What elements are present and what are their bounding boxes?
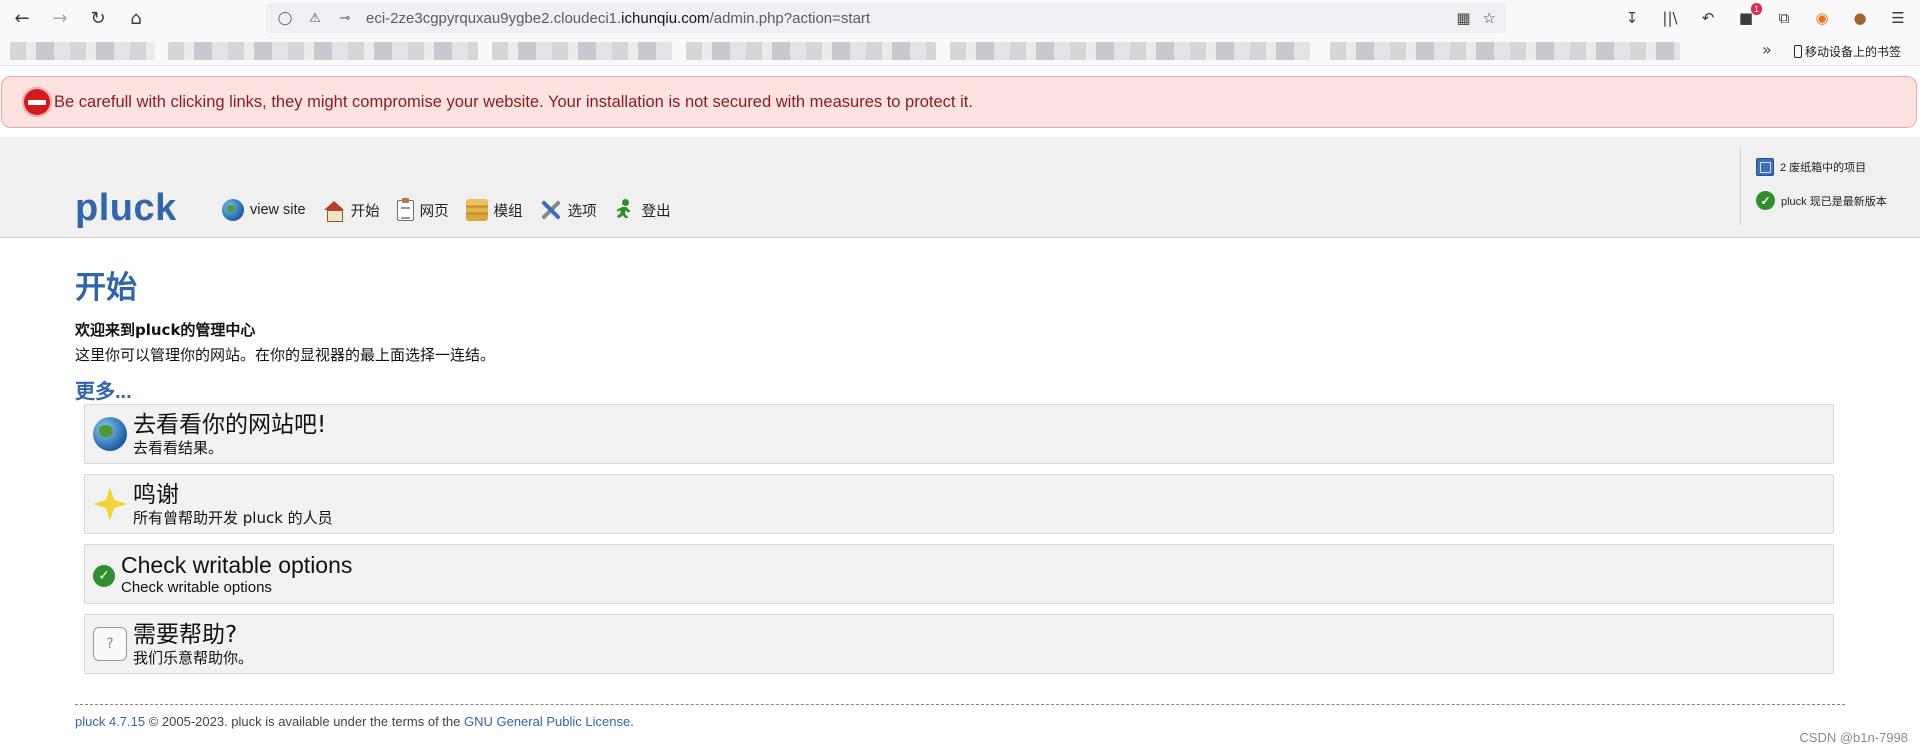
menu-label: 模组 <box>493 203 523 220</box>
library-icon[interactable]: ||\ <box>1658 6 1682 30</box>
url-host: ichunqiu.com <box>621 9 710 27</box>
menu-label: 选项 <box>567 203 597 220</box>
status-panel: 2 废纸箱中的项目 ✓ pluck 现已是最新版本 <box>1740 147 1910 225</box>
more-heading: 更多... <box>75 381 132 403</box>
bookmark-item[interactable] <box>168 42 478 60</box>
star-icon <box>93 487 127 521</box>
undo-icon[interactable]: ↶ <box>1696 6 1720 30</box>
license-link[interactable]: GNU General Public License <box>464 714 630 729</box>
check-writable-box[interactable]: ✓ Check writable options Check writable … <box>84 544 1834 604</box>
trash-info: 2 废纸箱中的项目 <box>1780 162 1867 174</box>
menu-label: view site <box>250 202 306 218</box>
bookmark-item[interactable] <box>686 42 936 60</box>
qr-code-icon[interactable]: ▦ <box>1456 9 1470 27</box>
admin-header: pluck view site 开始 网页 模组 选项 登出 2 废纸箱中的项目… <box>0 137 1920 238</box>
key-icon[interactable]: ⊸ <box>334 7 356 29</box>
cookie-icon[interactable]: ● <box>1848 6 1872 30</box>
box-title: 鸣谢 <box>133 481 179 508</box>
version-status: ✓ pluck 现已是最新版本 <box>1756 191 1910 210</box>
menu-label: 网页 <box>419 203 449 220</box>
clipboard-icon <box>396 197 414 221</box>
bookmarks-overflow-icon[interactable]: » <box>1762 40 1772 59</box>
watermark: CSDN @b1n-7998 <box>1799 730 1908 745</box>
box-desc: Check writable options <box>121 578 272 596</box>
credits-box[interactable]: 鸣谢 所有曾帮助开发 pluck 的人员 <box>84 474 1834 534</box>
extension-icon[interactable]: ■ 1 <box>1734 3 1762 30</box>
globe-icon <box>222 199 244 221</box>
running-man-icon <box>614 199 636 221</box>
extension-badge: 1 <box>1750 3 1762 15</box>
warning-text: Be carefull with clicking links, they mi… <box>54 92 973 111</box>
no-entry-icon <box>22 87 52 117</box>
menu-label: 登出 <box>641 203 671 220</box>
welcome-heading: 欢迎来到pluck的管理中心 <box>75 321 256 339</box>
module-box-icon <box>465 199 488 221</box>
box-desc: 去看看结果。 <box>133 438 224 457</box>
house-icon <box>323 199 345 222</box>
box-desc: 所有曾帮助开发 pluck 的人员 <box>133 508 333 527</box>
bookmark-item[interactable] <box>950 42 1310 60</box>
admin-menu: view site 开始 网页 模组 选项 登出 <box>222 197 671 222</box>
version-info: pluck 现已是最新版本 <box>1781 195 1887 208</box>
footer-period: . <box>630 714 634 729</box>
intro-text: 这里你可以管理你的网站。在你的显视器的最上面选择一连结。 <box>75 346 496 364</box>
menu-label: 开始 <box>350 203 380 220</box>
globe-icon <box>93 417 127 451</box>
trash-link[interactable]: 2 废纸箱中的项目 <box>1756 158 1910 176</box>
puzzle-icon[interactable]: ⧉ <box>1772 6 1796 30</box>
view-site-box[interactable]: 去看看你的网站吧! 去看看结果。 <box>84 404 1834 464</box>
bookmark-item[interactable] <box>10 42 155 60</box>
reload-icon[interactable]: ↻ <box>82 2 114 34</box>
menu-item-view-site[interactable]: view site <box>222 199 306 221</box>
browser-toolbar: ← → ↻ ⌂ ◯ ⚠ ⊸ eci-2ze3cgpyrquxau9ygbe2.c… <box>0 0 1920 36</box>
menu-item-modules[interactable]: 模组 <box>465 199 523 221</box>
mobile-bookmarks-label: 移动设备上的书签 <box>1805 45 1902 59</box>
address-bar[interactable]: ◯ ⚠ ⊸ eci-2ze3cgpyrquxau9ygbe2.cloudeci1… <box>266 3 1506 33</box>
help-box[interactable]: ? 需要帮助? 我们乐意帮助你。 <box>84 614 1834 674</box>
pluck-version-link[interactable]: pluck 4.7.15 <box>75 714 145 729</box>
url-prefix: eci-2ze3cgpyrquxau9ygbe2.cloudeci1. <box>366 9 622 27</box>
checkmark-icon: ✓ <box>93 565 115 587</box>
block-icon[interactable]: ◉ <box>1810 6 1834 30</box>
menu-item-logout[interactable]: 登出 <box>614 199 671 221</box>
mobile-bookmarks[interactable]: 移动设备上的书签 <box>1794 43 1901 60</box>
back-arrow-icon[interactable]: ← <box>6 2 38 34</box>
security-warning: Be carefull with clicking links, they mi… <box>1 76 1917 128</box>
bookmarks-bar: » 移动设备上的书签 <box>0 36 1920 66</box>
box-desc: 我们乐意帮助你。 <box>133 648 254 667</box>
box-title: 去看看你的网站吧! <box>133 411 327 438</box>
bookmark-star-icon[interactable]: ☆ <box>1483 9 1496 27</box>
url-text[interactable]: eci-2ze3cgpyrquxau9ygbe2.cloudeci1.ichun… <box>366 10 870 27</box>
box-title: Check writable options <box>121 551 353 578</box>
box-title: 需要帮助? <box>133 621 238 648</box>
copyright-text: © 2005-2023. pluck is available under th… <box>145 714 464 729</box>
footer-divider <box>75 704 1845 705</box>
url-path: /admin.php?action=start <box>709 9 871 27</box>
insecure-lock-icon[interactable]: ⚠ <box>304 7 326 29</box>
bookmark-item[interactable] <box>1330 42 1680 60</box>
home-icon[interactable]: ⌂ <box>120 2 152 34</box>
tools-icon <box>540 199 562 221</box>
trash-icon <box>1756 158 1774 176</box>
download-icon[interactable]: ↧ <box>1620 6 1644 30</box>
shield-icon[interactable]: ◯ <box>274 7 296 29</box>
phone-icon <box>1794 45 1802 58</box>
main-content: 开始 欢迎来到pluck的管理中心 这里你可以管理你的网站。在你的显视器的最上面… <box>75 262 495 404</box>
forward-arrow-icon[interactable]: → <box>44 2 76 34</box>
bookmark-item[interactable] <box>492 42 672 60</box>
menu-icon[interactable]: ☰ <box>1886 6 1910 30</box>
footer: pluck 4.7.15 © 2005-2023. pluck is avail… <box>75 714 634 729</box>
menu-item-start[interactable]: 开始 <box>323 199 380 222</box>
menu-item-pages[interactable]: 网页 <box>396 197 449 221</box>
page-title: 开始 <box>75 270 137 305</box>
action-boxes: 去看看你的网站吧! 去看看结果。 鸣谢 所有曾帮助开发 pluck 的人员 ✓ … <box>84 404 1834 684</box>
menu-item-options[interactable]: 选项 <box>540 199 597 221</box>
checkmark-icon: ✓ <box>1756 191 1775 210</box>
speech-bubble-icon: ? <box>93 627 127 661</box>
pluck-logo[interactable]: pluck <box>75 187 177 230</box>
